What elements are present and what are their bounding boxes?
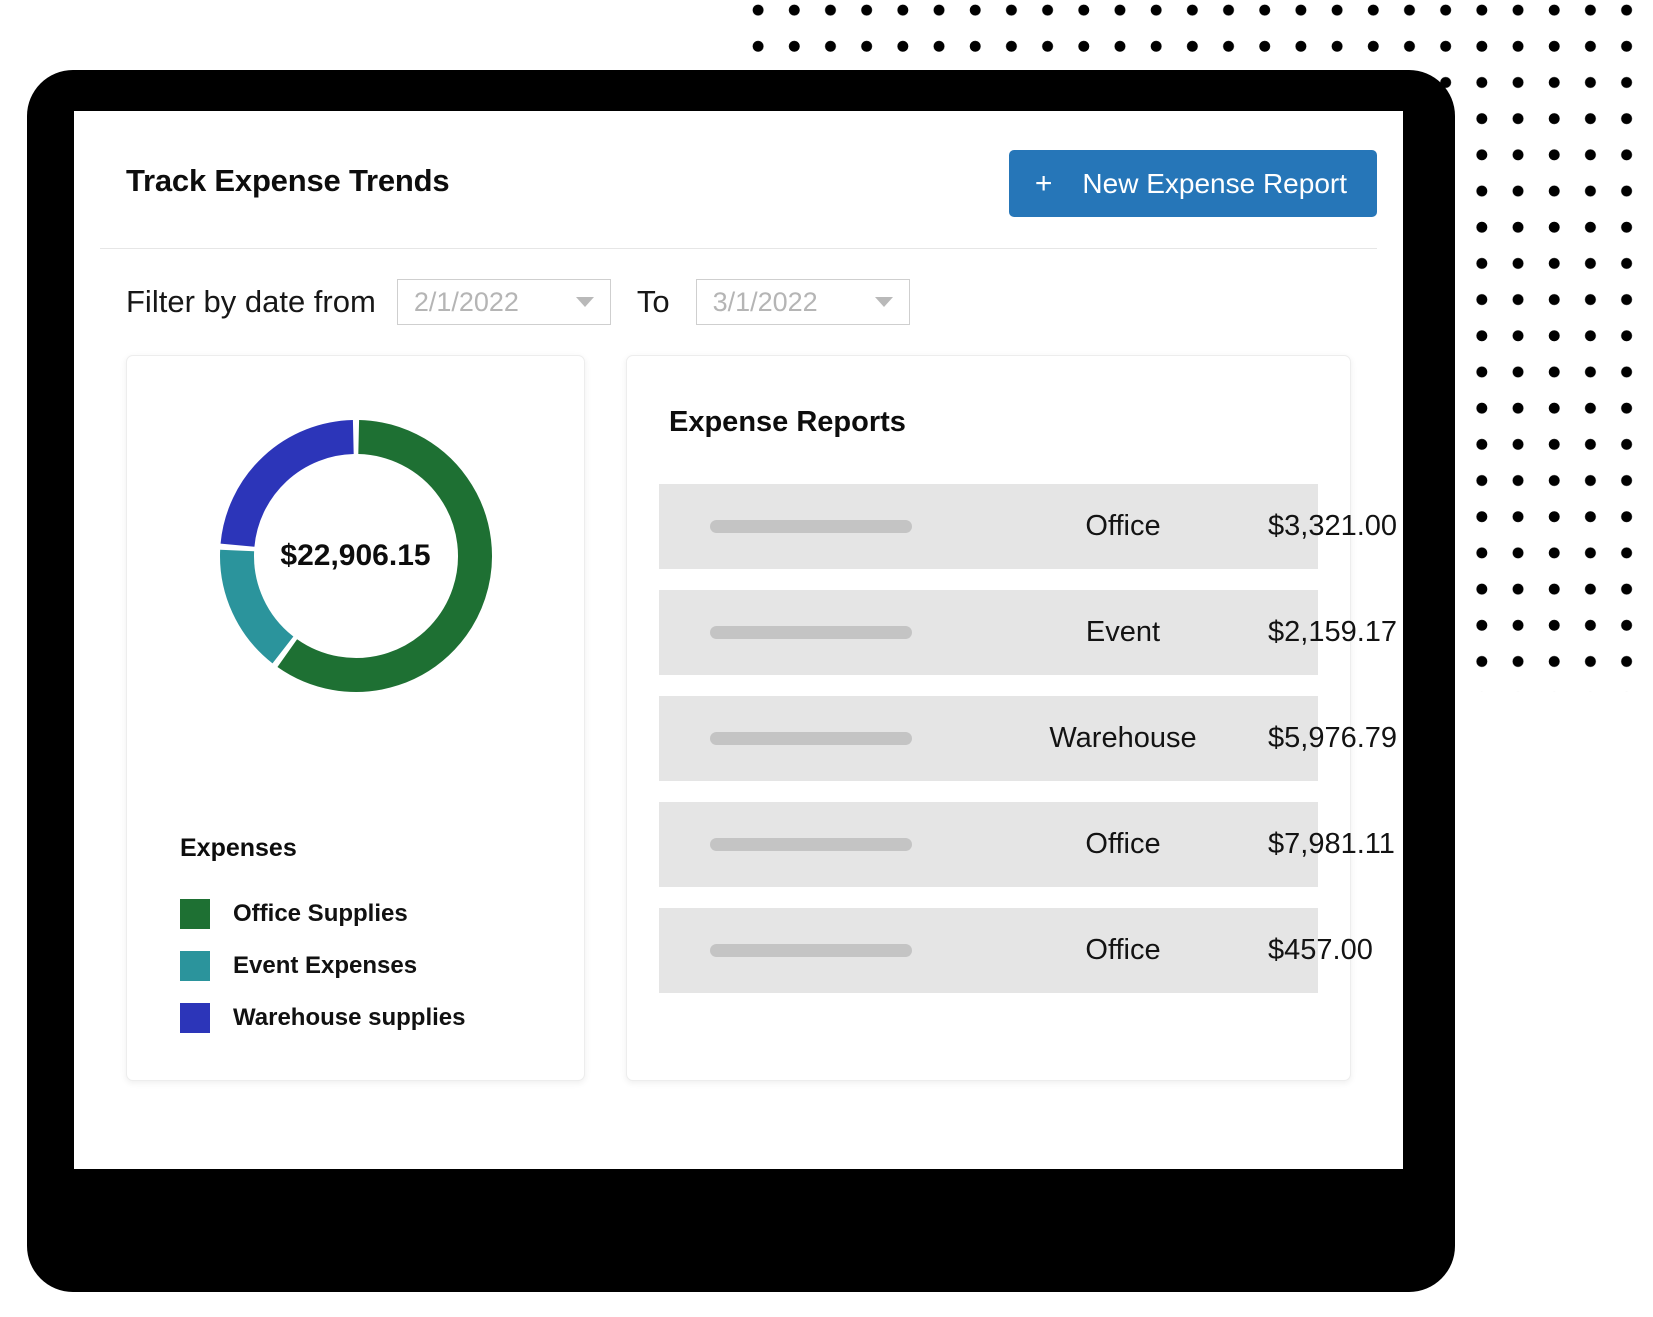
chevron-down-icon bbox=[575, 297, 594, 307]
expense-report-row[interactable]: Event $2,159.17 bbox=[659, 590, 1397, 675]
legend-item[interactable]: Warehouse supplies bbox=[180, 1003, 466, 1033]
expense-report-row[interactable]: Office $7,981.11 bbox=[659, 802, 1395, 887]
chart-legend: Office Supplies Event Expenses Warehouse s… bbox=[180, 899, 466, 1033]
report-category: Office bbox=[1085, 510, 1161, 542]
filter-bar: Filter by date from 2/1/2022 To 3/1/2022 bbox=[100, 249, 1377, 355]
report-amount: $7,981.11 bbox=[1268, 828, 1395, 860]
expense-reports-panel: Expense Reports Office $3,321.00 Event $2,1… bbox=[626, 355, 1397, 1081]
page-title: Track Expense Trends bbox=[126, 163, 450, 198]
report-amount: $2,159.17 bbox=[1268, 616, 1398, 648]
legend-item-label: Office Supplies bbox=[233, 900, 408, 927]
legend-color-swatch bbox=[180, 1003, 210, 1033]
expense-reports-title: Expense Reports bbox=[669, 406, 906, 438]
card-header: Track Expense Trends + New Expense Repor… bbox=[100, 111, 1377, 249]
expense-report-row[interactable]: Office $3,321.00 bbox=[659, 484, 1397, 569]
donut-segment[interactable] bbox=[220, 420, 354, 548]
report-name-placeholder-bar bbox=[710, 838, 912, 851]
date-to-select[interactable]: 3/1/2022 bbox=[695, 279, 910, 325]
legend-color-swatch bbox=[180, 899, 210, 929]
report-name-placeholder-bar bbox=[710, 520, 912, 533]
legend-item[interactable]: Event Expenses bbox=[180, 951, 466, 981]
date-to-value: 3/1/2022 bbox=[712, 286, 818, 317]
plus-icon: + bbox=[1034, 166, 1053, 200]
expenses-chart-panel: $22,906.15 Expenses Office Supplies Event… bbox=[126, 355, 585, 1081]
report-amount: $5,976.79 bbox=[1268, 722, 1398, 754]
report-amount: $457.00 bbox=[1268, 934, 1373, 966]
report-name-placeholder-bar bbox=[710, 944, 912, 957]
expense-dashboard-card: Track Expense Trends + New Expense Repor… bbox=[74, 111, 1403, 1169]
expense-report-row[interactable]: Office $457.00 bbox=[659, 908, 1373, 993]
to-label: To bbox=[636, 284, 670, 319]
filter-label: Filter by date from bbox=[126, 284, 376, 319]
new-expense-report-button[interactable]: + New Expense Report bbox=[1008, 150, 1377, 217]
legend-item[interactable]: Office Supplies bbox=[180, 899, 466, 929]
legend-title: Expenses bbox=[180, 834, 297, 862]
expense-report-row[interactable]: Warehouse $5,976.79 bbox=[659, 696, 1397, 781]
date-from-select[interactable]: 2/1/2022 bbox=[396, 279, 611, 325]
report-amount: $3,321.00 bbox=[1268, 510, 1398, 542]
date-from-value: 2/1/2022 bbox=[413, 286, 519, 317]
report-category: Event bbox=[1085, 616, 1161, 648]
legend-item-label: Warehouse supplies bbox=[233, 1004, 466, 1031]
chevron-down-icon bbox=[874, 297, 893, 307]
legend-item-label: Event Expenses bbox=[233, 952, 418, 979]
donut-total-value: $22,906.15 bbox=[280, 539, 431, 572]
report-category: Warehouse bbox=[1049, 722, 1197, 754]
panels-container: $22,906.15 Expenses Office Supplies Event… bbox=[100, 355, 1397, 1081]
new-expense-report-label: New Expense Report bbox=[1082, 167, 1347, 199]
report-category: Office bbox=[1085, 934, 1161, 966]
report-category: Office bbox=[1085, 828, 1161, 860]
report-name-placeholder-bar bbox=[710, 626, 912, 639]
expense-reports-list: Office $3,321.00 Event $2,159.17 Warehouse $5… bbox=[659, 484, 1397, 993]
report-name-placeholder-bar bbox=[710, 732, 912, 745]
expenses-donut-chart[interactable]: $22,906.15 bbox=[206, 406, 506, 706]
legend-color-swatch bbox=[180, 951, 210, 981]
